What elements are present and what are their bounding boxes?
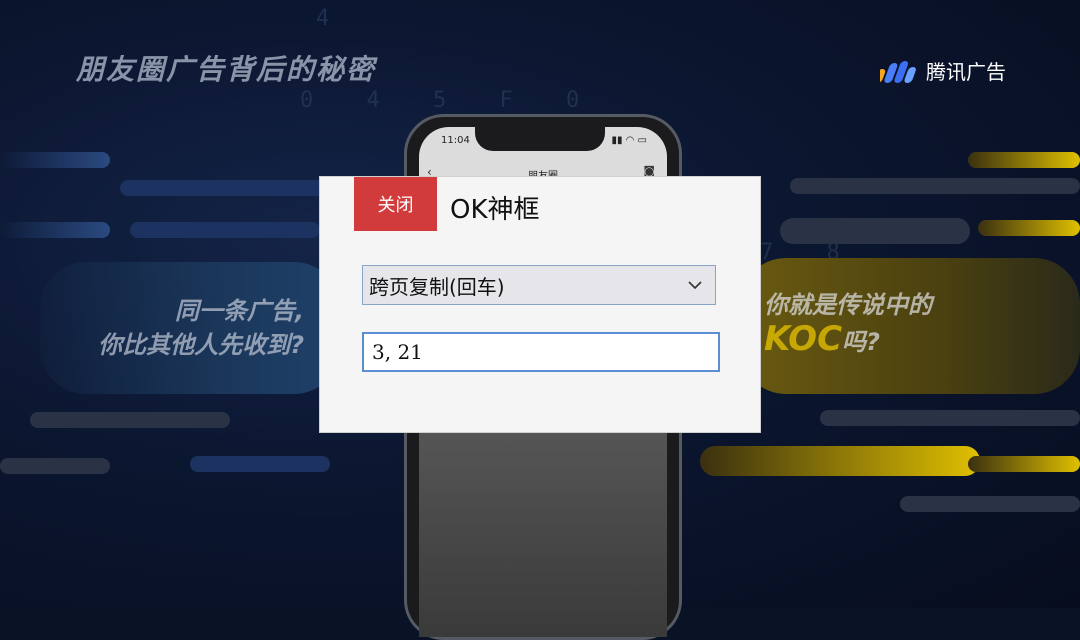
right-slogan: 你就是传说中的 KOC吗? — [764, 288, 1024, 359]
decor-streak — [900, 496, 1080, 512]
decor-streak — [820, 410, 1080, 426]
right-slogan-line1: 你就是传说中的 — [764, 291, 932, 319]
decor-streak — [0, 458, 110, 474]
close-button[interactable]: 关闭 — [354, 177, 437, 231]
status-icons: ▮▮ ◠ ▭ — [611, 135, 647, 146]
left-slogan: 同一条广告, 你比其他人先收到? — [60, 294, 304, 362]
left-slogan-line1: 同一条广告, — [174, 297, 304, 325]
decor-streak — [0, 152, 110, 168]
decor-streak — [30, 412, 230, 428]
brand-name: 腾讯广告 — [926, 60, 1006, 84]
tencent-ads-logo-icon — [880, 60, 916, 83]
mode-select-value: 跨页复制(回车) — [369, 274, 505, 299]
left-slogan-line2: 你比其他人先收到? — [98, 331, 304, 359]
camera-icon[interactable]: ◙ — [643, 164, 655, 178]
decor-streak — [130, 222, 320, 238]
decor-streak — [0, 222, 110, 238]
decor-streak — [790, 178, 1080, 194]
decor-streak — [190, 456, 330, 472]
mode-select[interactable]: 跨页复制(回车) — [362, 265, 716, 305]
decor-streak — [700, 446, 980, 476]
bg-digits: 4 — [316, 6, 350, 31]
page-range-input[interactable] — [362, 332, 720, 372]
decor-streak — [780, 218, 970, 244]
dialog-title: OK神框 — [450, 195, 540, 225]
brand-logo: 腾讯广告 — [880, 56, 1006, 85]
koc-text: KOC — [764, 319, 843, 359]
decor-streak — [968, 456, 1080, 472]
ok-dialog: 关闭 OK神框 跨页复制(回车) — [320, 177, 760, 432]
chevron-down-icon — [688, 281, 702, 290]
decor-streak — [968, 152, 1080, 168]
decor-streak — [120, 180, 340, 196]
bg-digits: 0 4 5 F 0 — [300, 88, 600, 113]
slide-title: 朋友圈广告背后的秘密 — [76, 53, 377, 86]
phone-time: 11:04 — [441, 135, 470, 146]
decor-streak — [978, 220, 1080, 236]
phone-notch — [475, 127, 605, 151]
right-slogan-tail: 吗? — [842, 328, 880, 356]
